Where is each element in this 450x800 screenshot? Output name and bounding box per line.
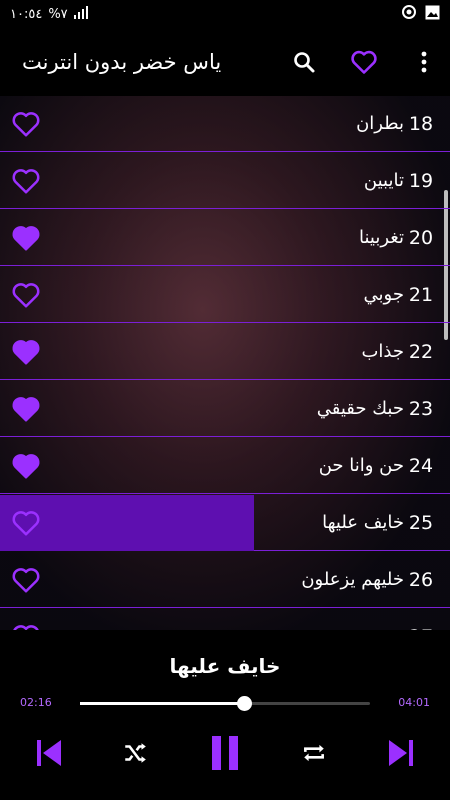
song-title: تايبين xyxy=(363,170,404,191)
sync-icon xyxy=(401,4,417,24)
favorites-button[interactable] xyxy=(348,46,380,78)
song-number: 27 xyxy=(404,626,438,631)
playback-controls xyxy=(0,730,450,776)
song-number: 26 xyxy=(408,568,434,591)
song-number: 22 xyxy=(408,340,434,363)
song-number: 18 xyxy=(408,112,434,135)
search-button[interactable] xyxy=(288,46,320,78)
app-bar-actions xyxy=(286,46,440,78)
song-row[interactable]: 26 خليهم يزعلون xyxy=(0,552,450,608)
song-row[interactable]: 22 جذاب xyxy=(0,324,450,380)
status-right xyxy=(401,4,440,24)
heart-outline-icon xyxy=(351,50,377,74)
status-left: ١٠:٥٤ %٧ xyxy=(10,5,90,23)
song-title: بطران xyxy=(356,113,404,134)
pause-button[interactable] xyxy=(202,730,248,776)
seek-bar-thumb[interactable] xyxy=(236,696,252,711)
heart-filled-icon[interactable] xyxy=(10,450,42,482)
song-number: 21 xyxy=(408,283,434,306)
heart-outline-icon[interactable] xyxy=(10,564,42,596)
song-number: 24 xyxy=(408,454,434,477)
player-bar: خايف عليها 02:16 04:01 xyxy=(0,630,450,800)
seek-bar-progress xyxy=(80,702,244,705)
image-icon xyxy=(425,5,440,24)
signal-icon xyxy=(73,5,90,23)
battery-level: %٧ xyxy=(48,6,68,22)
song-row[interactable]: 19 تايبين xyxy=(0,153,450,209)
song-row[interactable]: 21 جوبي xyxy=(0,267,450,323)
song-title: جذاب xyxy=(361,341,404,362)
song-info: 20 تغربينا xyxy=(349,227,438,249)
song-title: خليهم يزعلون xyxy=(301,569,404,590)
repeat-button[interactable] xyxy=(291,730,337,776)
song-row[interactable]: 20 تغربينا xyxy=(0,210,450,266)
shuffle-button[interactable] xyxy=(112,730,158,776)
search-icon xyxy=(294,52,315,73)
heart-filled-icon[interactable] xyxy=(10,336,42,368)
status-time: ١٠:٥٤ xyxy=(10,6,43,22)
seek-bar[interactable] xyxy=(80,696,370,711)
song-row[interactable]: 23 حبك حقيقي xyxy=(0,381,450,437)
song-info: 19 تايبين xyxy=(354,170,438,192)
song-info: 23 حبك حقيقي xyxy=(307,398,438,420)
more-vert-icon xyxy=(421,51,427,73)
heart-outline-icon[interactable] xyxy=(10,108,42,140)
song-number: 20 xyxy=(408,226,434,249)
song-info: 21 جوبي xyxy=(354,284,438,306)
song-number: 25 xyxy=(408,511,434,534)
skip-previous-icon xyxy=(37,740,61,766)
current-time: 02:16 xyxy=(20,696,52,709)
skip-next-icon xyxy=(389,740,413,766)
song-info: 27 xyxy=(394,626,438,631)
song-list[interactable]: 18 بطران 19 تايبين 20 تغربينا 21 جوبي 22 جذاب 23 حب… xyxy=(0,96,450,630)
song-title: جوبي xyxy=(363,284,404,305)
repeat-icon xyxy=(304,744,324,762)
app-title: ياس خضر بدون انترنت xyxy=(22,50,222,74)
song-info: 22 جذاب xyxy=(351,341,438,363)
song-row[interactable]: 25 خايف عليها xyxy=(0,495,450,551)
song-info: 26 خليهم يزعلون xyxy=(291,569,438,591)
song-title: خايف عليها xyxy=(322,512,404,533)
song-number: 19 xyxy=(408,169,434,192)
song-row[interactable]: 18 بطران xyxy=(0,96,450,152)
next-button[interactable] xyxy=(378,730,424,776)
more-options-button[interactable] xyxy=(408,46,440,78)
song-info: 25 خايف عليها xyxy=(312,512,438,534)
song-info: 18 بطران xyxy=(346,113,438,135)
heart-outline-icon[interactable] xyxy=(10,507,42,539)
song-number: 23 xyxy=(408,397,434,420)
heart-filled-icon[interactable] xyxy=(10,393,42,425)
song-title: تغربينا xyxy=(359,227,404,248)
shuffle-icon xyxy=(125,743,146,763)
song-title: حبك حقيقي xyxy=(316,398,404,419)
song-title: حن وانا حن xyxy=(318,455,404,476)
heart-filled-icon[interactable] xyxy=(10,222,42,254)
song-row[interactable]: 27 xyxy=(0,609,450,630)
song-row[interactable]: 24 حن وانا حن xyxy=(0,438,450,494)
pause-icon xyxy=(212,736,238,770)
heart-outline-icon[interactable] xyxy=(10,165,42,197)
total-time: 04:01 xyxy=(398,696,430,709)
song-info: 24 حن وانا حن xyxy=(309,455,438,477)
now-playing-title: خايف عليها xyxy=(169,654,281,678)
app-bar: ياس خضر بدون انترنت xyxy=(0,28,450,96)
heart-outline-icon[interactable] xyxy=(10,279,42,311)
status-bar: ١٠:٥٤ %٧ xyxy=(0,0,450,28)
previous-button[interactable] xyxy=(26,730,72,776)
heart-outline-icon[interactable] xyxy=(10,621,42,630)
